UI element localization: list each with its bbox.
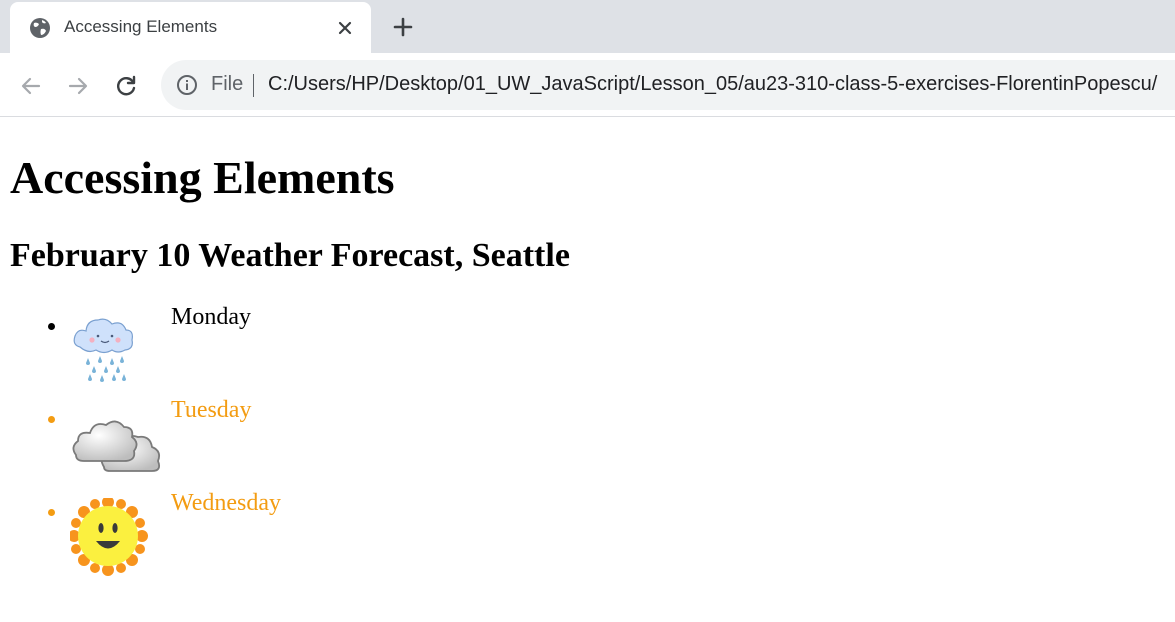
address-bar[interactable]: File C:/Users/HP/Desktop/01_UW_JavaScrip… [161, 60, 1175, 110]
browser-tab[interactable]: Accessing Elements [10, 2, 371, 53]
info-icon[interactable] [176, 74, 198, 96]
globe-icon [30, 18, 50, 38]
tab-strip: Accessing Elements [0, 0, 1175, 53]
rain-cloud-icon [73, 318, 133, 382]
list-item: Tuesday [0, 397, 400, 495]
sun-icon [70, 498, 148, 576]
url-text[interactable]: C:/Users/HP/Desktop/01_UW_JavaScript/Les… [268, 73, 1157, 96]
list-item: Wednesday [0, 490, 400, 588]
page-title: Accessing Elements [10, 152, 395, 203]
close-tab-icon[interactable] [336, 19, 354, 37]
bullet [48, 323, 55, 330]
list-item: Monday [0, 304, 400, 402]
reload-icon[interactable] [113, 73, 139, 99]
scheme-label: File [211, 73, 244, 95]
day-label: Wednesday [171, 490, 282, 516]
new-tab-icon[interactable] [391, 15, 415, 39]
bullet [48, 509, 55, 516]
tab-title: Accessing Elements [64, 17, 218, 36]
cloudy-icon [72, 420, 161, 472]
day-label: Monday [171, 304, 251, 330]
address-separator [253, 74, 254, 97]
forward-arrow-icon[interactable] [65, 73, 91, 99]
forecast-heading: February 10 Weather Forecast, Seattle [10, 237, 570, 274]
back-arrow-icon[interactable] [18, 73, 44, 99]
browser-toolbar: File C:/Users/HP/Desktop/01_UW_JavaScrip… [0, 53, 1175, 117]
day-label: Tuesday [171, 397, 252, 423]
bullet [48, 416, 55, 423]
